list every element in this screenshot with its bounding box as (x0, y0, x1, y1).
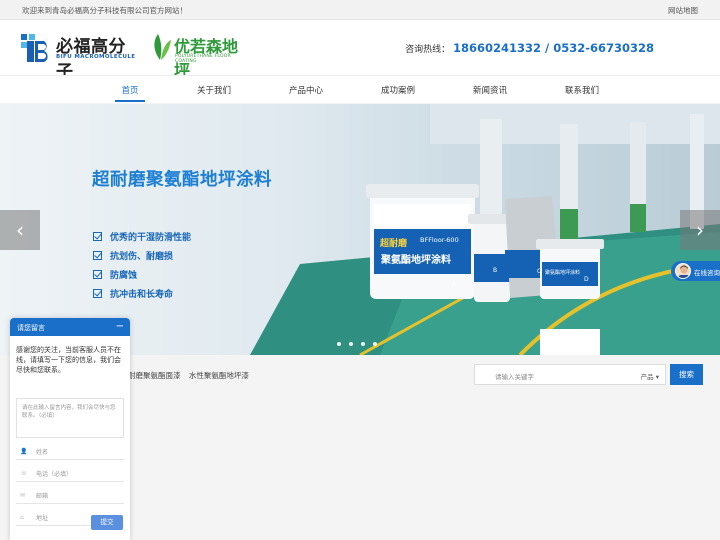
nav-item-about[interactable]: 关于我们 (184, 84, 244, 96)
brand-logo[interactable]: 优若森地坪 POLYURETHANE FLOOR COATING (150, 32, 250, 80)
search-button[interactable]: 搜索 (670, 364, 703, 385)
feature-item: 防腐蚀 (93, 265, 191, 284)
leaf-logo-icon (154, 34, 171, 60)
search-placeholder: 请输入关键字 (495, 373, 534, 381)
email-field[interactable]: ✉ 邮箱 (16, 488, 124, 504)
hotline-numbers: 18660241332 / 0532-66730328 (452, 41, 654, 55)
prev-slide-button[interactable]: ‹ (0, 210, 40, 250)
consult-label: 在线咨询 (694, 269, 720, 277)
product-label-sub: 聚氨酯地坪涂料 (381, 255, 451, 266)
location-icon: ⌂ (20, 514, 24, 521)
bucket-letter: D (584, 276, 589, 283)
phone-icon: ☏ (20, 470, 28, 477)
checkbox-icon (93, 270, 102, 279)
feature-item: 抗冲击和长寿命 (93, 284, 191, 303)
bucket-letter: C (537, 268, 542, 275)
slide-dot[interactable] (337, 342, 341, 346)
submit-button[interactable]: 提交 (91, 515, 123, 530)
feature-text: 防腐蚀 (110, 271, 138, 281)
logo-text-en: BIFU MACROMOLECULE (56, 54, 136, 60)
online-consult-button[interactable]: 在线咨询 (671, 261, 720, 281)
nav-item-home[interactable]: 首页 (100, 84, 160, 96)
chat-message: 感谢您的关注，当前客服人员不在线，请填写一下您的信息，我们会尽快和您联系。 (16, 346, 121, 374)
message-textarea[interactable]: 请在此输入留言内容，我们会尽快与您联系。（必填） (16, 398, 124, 438)
site-header: 必福高分子 BIFU MACROMOLECULE 优若森地坪 POLYURETH… (0, 20, 720, 82)
minimize-icon[interactable]: − (116, 321, 124, 332)
search-type-select[interactable]: 产品 ▾ (641, 371, 659, 381)
leave-message-widget: 请您留言 − 感谢您的关注，当前客服人员不在线，请填写一下您的信息，我们会尽快和… (10, 318, 130, 540)
nav-active-indicator (115, 100, 145, 102)
feature-text: 抗冲击和长寿命 (110, 290, 174, 300)
hot-keyword-link[interactable]: 水性聚氨酯地坪漆 (189, 371, 249, 380)
nav-item-news[interactable]: 新闻资讯 (460, 84, 520, 96)
chat-header: 请您留言 − (10, 318, 130, 336)
slide-dot[interactable] (349, 342, 353, 346)
bucket-letter: A (452, 281, 457, 288)
slide-dots (337, 342, 377, 346)
product-label-big: 超耐磨 (380, 239, 408, 249)
sitemap-link[interactable]: 网站地图 (668, 5, 698, 16)
hot-keywords: 耐磨聚氨酯面漆 水性聚氨酯地坪漆 (128, 370, 255, 381)
top-bar: 欢迎来到青岛必福高分子科技有限公司官方网站！ 网站地图 (0, 0, 720, 20)
company-logo[interactable]: 必福高分子 BIFU MACROMOLECULE (20, 32, 140, 82)
nav-item-products[interactable]: 产品中心 (276, 84, 336, 96)
next-slide-button[interactable]: › (680, 210, 720, 250)
feature-item: 优秀的干湿防滑性能 (93, 227, 191, 246)
slide-dot[interactable] (361, 342, 365, 346)
checkbox-icon (93, 289, 102, 298)
product-small-label: 聚氨酯地坪涂料 (545, 270, 581, 276)
banner-slogan: 超耐磨聚氨酯地坪涂料 (92, 170, 272, 190)
checkbox-icon (93, 232, 102, 241)
checkbox-icon (93, 251, 102, 260)
chat-title: 请您留言 (17, 324, 45, 332)
search-input[interactable]: 请输入关键字 产品 ▾ (474, 364, 666, 385)
hot-keyword-link[interactable]: 耐磨聚氨酯面漆 (128, 371, 181, 380)
nav-item-cases[interactable]: 成功案例 (368, 84, 428, 96)
welcome-text: 欢迎来到青岛必福高分子科技有限公司官方网站！ (22, 6, 187, 15)
nav-item-contact[interactable]: 联系我们 (552, 84, 612, 96)
agent-avatar (675, 263, 691, 279)
chevron-left-icon: ‹ (16, 218, 24, 242)
mail-icon: ✉ (20, 492, 26, 499)
hotline: 咨询热线： 18660241332 / 0532-66730328 (405, 41, 654, 55)
feature-item: 抗划伤、耐磨损 (93, 246, 191, 265)
main-nav: 首页 关于我们 产品中心 成功案例 新闻资讯 联系我们 (0, 75, 720, 103)
hotline-label: 咨询热线： (405, 45, 451, 55)
user-icon: 👤 (20, 448, 28, 455)
product-model: BFFloor-600 (420, 236, 459, 244)
slide-dot[interactable] (373, 342, 377, 346)
phone-field[interactable]: ☏ 电话（必填） (16, 466, 124, 482)
bifu-logo-icon (21, 34, 48, 62)
brand-text-en: POLYURETHANE FLOOR COATING (175, 54, 231, 64)
bucket-letter: B (493, 267, 498, 274)
feature-text: 优秀的干湿防滑性能 (110, 233, 192, 243)
feature-list: 优秀的干湿防滑性能 抗划伤、耐磨损 防腐蚀 抗冲击和长寿命 (93, 227, 191, 303)
name-field[interactable]: 👤 姓名 (16, 444, 124, 460)
chevron-right-icon: › (696, 218, 704, 242)
feature-text: 抗划伤、耐磨损 (110, 252, 174, 262)
